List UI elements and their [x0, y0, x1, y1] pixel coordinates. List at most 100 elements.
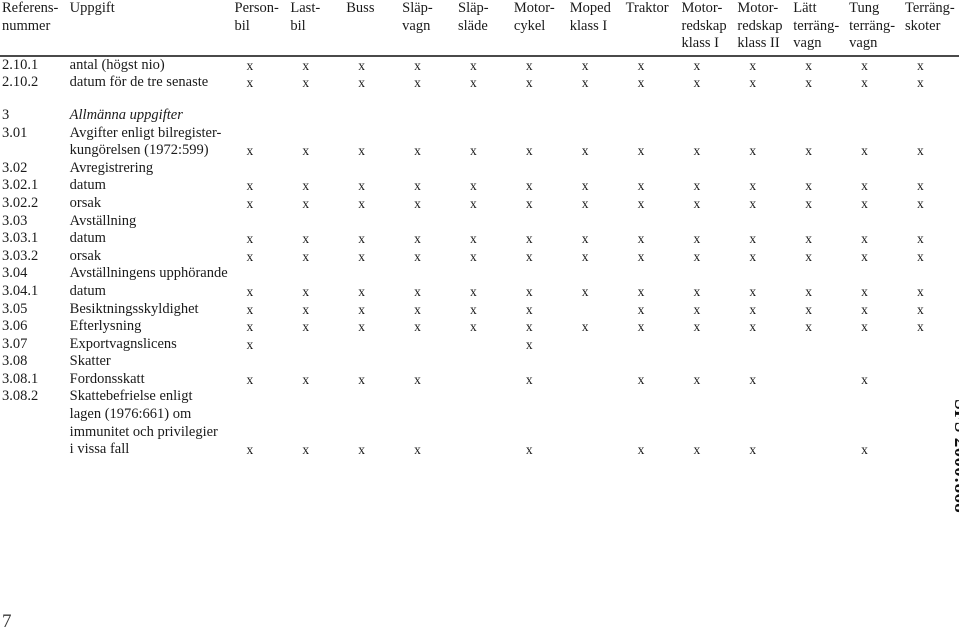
cell-mark-6: x	[525, 319, 533, 335]
cell-mark-3: x	[358, 195, 366, 211]
cell-mark-4: x	[414, 283, 421, 299]
cell-mark-5: x	[470, 143, 477, 159]
cell-mark-11: x	[805, 57, 813, 73]
cell-mark-10	[735, 336, 791, 354]
row-reference-number: 2.10.2	[2, 74, 39, 91]
cell-mark-11: x	[805, 178, 813, 194]
cell-mark-9: x	[693, 231, 701, 247]
cell-mark-2: x	[302, 301, 310, 317]
cell-mark-3: x	[358, 248, 366, 264]
cell-mark-12: x	[861, 301, 868, 317]
cell-mark-1: x	[246, 371, 254, 387]
cell-mark-1: x	[246, 57, 254, 73]
row-reference-number: 3.02.2	[2, 194, 39, 211]
page-number: 7	[2, 611, 12, 632]
row-task-label: Efterlysning	[69, 318, 142, 335]
column-header-vehicle-3: Buss	[346, 0, 375, 16]
row-task-label: Fordonsskatt	[69, 370, 145, 387]
row-task-label: datum	[69, 230, 106, 247]
cell-mark-1: x	[246, 178, 254, 194]
cell-mark-12: x	[861, 57, 868, 73]
cell-mark-3	[344, 336, 400, 354]
cell-mark-6	[512, 213, 568, 231]
cell-mark-8	[624, 107, 680, 125]
table-row: 3 Allmänna uppgifter	[0, 107, 959, 125]
cell-mark-8: x	[637, 57, 645, 73]
cell-mark-9: x	[693, 248, 701, 264]
cell-mark-3: x	[358, 301, 366, 317]
cell-mark-5	[456, 371, 512, 389]
cell-mark-9	[680, 353, 736, 371]
cell-mark-2	[288, 336, 344, 354]
cell-mark-12	[847, 213, 903, 231]
cell-mark-8: x	[637, 143, 645, 159]
cell-mark-4: x	[414, 319, 421, 335]
cell-mark-8: x	[637, 195, 645, 211]
cell-mark-5: x	[470, 75, 477, 91]
cell-mark-8: x	[637, 75, 645, 91]
row-reference-number: 3.02	[2, 159, 28, 176]
cell-mark-7	[568, 336, 624, 354]
cell-mark-13: x	[917, 283, 924, 299]
cell-mark-8: x	[637, 248, 645, 264]
cell-mark-1: x	[246, 319, 254, 335]
cell-mark-13: x	[917, 178, 924, 194]
cell-mark-1: x	[246, 283, 254, 299]
cell-mark-2: x	[302, 195, 310, 211]
cell-mark-12: x	[861, 371, 868, 387]
cell-mark-3	[344, 353, 400, 371]
cell-mark-8: x	[637, 178, 645, 194]
cell-mark-3: x	[358, 319, 366, 335]
column-header-reference: Referens- nummer	[2, 0, 59, 34]
cell-mark-13: x	[917, 75, 924, 91]
cell-mark-6: x	[525, 195, 533, 211]
cell-mark-10: x	[749, 75, 757, 91]
cell-mark-8	[624, 265, 680, 283]
cell-mark-3	[344, 160, 400, 178]
cell-mark-12	[847, 160, 903, 178]
table-row: 3.02.2 orsak x x x x x x x x x x x x x	[0, 195, 959, 213]
cell-mark-2	[288, 213, 344, 231]
cell-mark-10: x	[749, 301, 757, 317]
row-reference-number: 3.04	[2, 265, 28, 282]
cell-mark-4	[400, 336, 456, 354]
cell-mark-3: x	[358, 178, 366, 194]
cell-mark-2: x	[302, 143, 310, 159]
row-task-label: datum	[69, 282, 106, 299]
cell-mark-8: x	[637, 283, 645, 299]
cell-mark-3: x	[358, 75, 366, 91]
cell-mark-5: x	[470, 283, 477, 299]
cell-mark-1: x	[246, 442, 254, 458]
cell-mark-13: x	[917, 195, 924, 211]
cell-mark-2: x	[302, 57, 310, 73]
cell-mark-8: x	[637, 371, 645, 387]
cell-mark-6	[512, 107, 568, 125]
cell-mark-9: x	[693, 319, 701, 335]
cell-mark-11: x	[805, 301, 813, 317]
cell-mark-7	[568, 160, 624, 178]
spacer-cell	[0, 92, 959, 107]
cell-mark-2: x	[302, 442, 310, 458]
cell-mark-1: x	[246, 231, 254, 247]
table-row: 3.02.1 datum x x x x x x x x x x x x x	[0, 177, 959, 195]
cell-mark-13	[903, 265, 959, 283]
row-reference-number: 3.03.2	[2, 247, 39, 264]
cell-mark-1	[233, 265, 289, 283]
cell-mark-7: x	[581, 283, 589, 299]
table-header: Referens- nummer Uppgift Person- bil Last…	[0, 0, 959, 57]
table-row: 3.04 Avställningens upphörande	[0, 265, 959, 283]
cell-mark-4	[400, 265, 456, 283]
cell-mark-7: x	[581, 195, 589, 211]
cell-mark-2: x	[302, 75, 310, 91]
cell-mark-5: x	[470, 248, 477, 264]
cell-mark-11	[791, 213, 847, 231]
cell-mark-4: x	[414, 442, 421, 458]
cell-mark-10: x	[749, 248, 757, 264]
cell-mark-4	[400, 213, 456, 231]
cell-mark-3	[344, 265, 400, 283]
column-header-vehicle-13: Terräng- skoter	[905, 0, 955, 34]
cell-mark-9	[680, 265, 736, 283]
cell-mark-2: x	[302, 371, 310, 387]
cell-mark-2: x	[302, 248, 310, 264]
table-row: 3.08.2 Skattebefrielse enligt lagen (1976…	[0, 388, 959, 458]
